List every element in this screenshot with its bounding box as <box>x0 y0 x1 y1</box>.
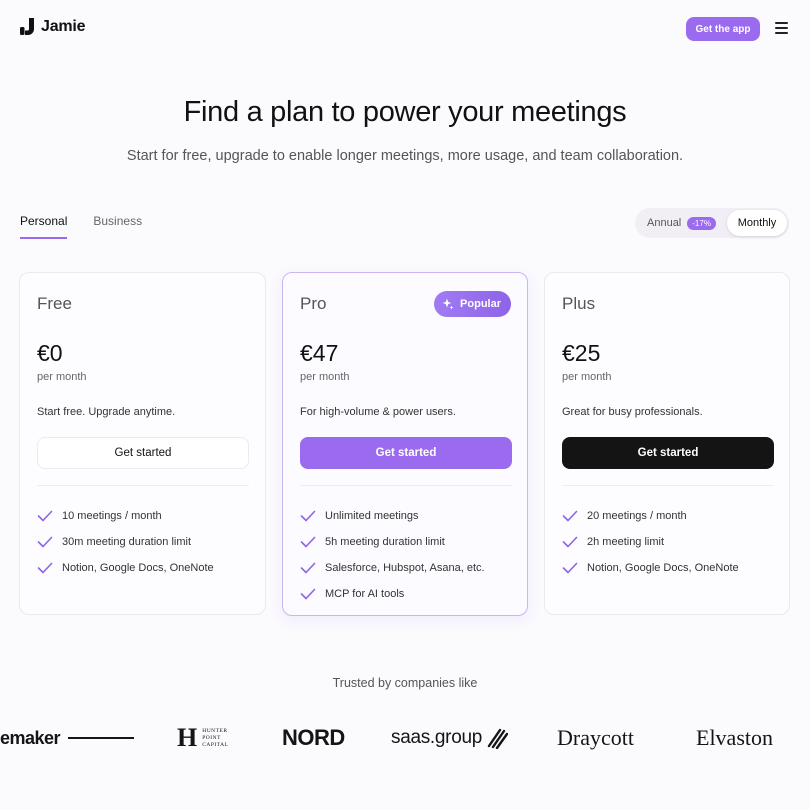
plan-period: per month <box>562 371 612 383</box>
check-icon <box>300 536 316 548</box>
draycott-logo: Draycott <box>557 725 634 750</box>
hamburger-menu-icon[interactable] <box>775 22 788 34</box>
feature-item: MCP for AI tools <box>300 581 485 607</box>
billing-period-toggle: Annual -17% Monthly <box>635 208 789 238</box>
page-subtitle: Start for free, upgrade to enable longer… <box>126 148 684 164</box>
plan-card-pro: Pro Popular €47 per month For high-volum… <box>282 272 528 616</box>
popular-badge: Popular <box>434 291 511 317</box>
card-divider <box>37 485 249 486</box>
plan-description: For high-volume & power users. <box>300 406 456 418</box>
hunter-line-3: CAPITAL <box>202 741 229 748</box>
feature-item: 30m meeting duration limit <box>37 529 214 555</box>
free-get-started-button[interactable]: Get started <box>37 437 249 469</box>
feature-text: 30m meeting duration limit <box>62 536 192 548</box>
feature-item: 10 meetings / month <box>37 503 214 529</box>
check-icon <box>37 510 53 522</box>
hunter-line-1: HUNTER <box>202 727 228 734</box>
feature-item: 5h meeting duration limit <box>300 529 485 555</box>
card-divider <box>300 485 512 486</box>
plan-name: Free <box>37 294 72 313</box>
annual-label: Annual <box>647 217 682 229</box>
check-icon <box>300 562 316 574</box>
nord-logo: NORD <box>282 725 345 750</box>
saas-group-logo: saas.group <box>391 716 509 760</box>
plan-card-free: Free €0 per month Start free. Upgrade an… <box>19 272 266 615</box>
check-icon <box>37 562 53 574</box>
feature-text: Unlimited meetings <box>325 510 419 522</box>
brand-logo[interactable]: Jamie <box>19 18 86 36</box>
trusted-by-heading: Trusted by companies like <box>332 676 478 690</box>
check-icon <box>37 536 53 548</box>
plan-name: Pro <box>300 294 327 313</box>
feature-list: Unlimited meetings 5h meeting duration l… <box>300 503 485 607</box>
plan-type-tabs: Personal Business <box>20 214 142 239</box>
hunter-line-2: POINT <box>202 734 221 741</box>
get-the-app-button[interactable]: Get the app <box>686 17 760 41</box>
brand-name: Jamie <box>41 18 86 35</box>
card-divider <box>562 485 774 486</box>
feature-text: Notion, Google Docs, OneNote <box>587 562 739 574</box>
plan-price: €25 <box>562 340 601 366</box>
feature-item: 2h meeting limit <box>562 529 739 555</box>
feature-text: 5h meeting duration limit <box>325 536 445 548</box>
feature-text: Notion, Google Docs, OneNote <box>62 562 214 574</box>
billing-annual-option[interactable]: Annual -17% <box>635 208 727 238</box>
check-icon <box>300 510 316 522</box>
feature-item: Salesforce, Hubspot, Asana, etc. <box>300 555 485 581</box>
hunter-wordmark: HUNTER POINT CAPITAL <box>202 728 228 749</box>
plan-description: Great for busy professionals. <box>562 406 703 418</box>
emaker-logo-text: emaker <box>0 727 61 748</box>
saas-group-mark-icon <box>487 728 509 749</box>
feature-item: Notion, Google Docs, OneNote <box>37 555 214 581</box>
check-icon <box>562 510 578 522</box>
feature-text: 2h meeting limit <box>587 536 665 548</box>
popular-badge-label: Popular <box>460 298 501 310</box>
plan-name: Plus <box>562 294 596 313</box>
feature-item: 20 meetings / month <box>562 503 739 529</box>
page-title: Find a plan to power your meetings <box>183 96 627 128</box>
check-icon <box>562 536 578 548</box>
feature-list: 20 meetings / month 2h meeting limit Not… <box>562 503 739 581</box>
saas-group-logo-text: saas.group <box>391 727 483 748</box>
elvaston-logo: Elvaston <box>696 725 773 750</box>
tab-personal[interactable]: Personal <box>20 214 68 239</box>
pro-get-started-button[interactable]: Get started <box>300 437 512 469</box>
feature-list: 10 meetings / month 30m meeting duration… <box>37 503 214 581</box>
plan-card-plus: Plus €25 per month Great for busy profes… <box>544 272 790 615</box>
plan-description: Start free. Upgrade anytime. <box>37 406 176 418</box>
site-header: Jamie Get the app <box>0 0 810 58</box>
billing-monthly-option[interactable]: Monthly <box>727 210 787 236</box>
feature-text: 20 meetings / month <box>587 510 687 522</box>
tab-business[interactable]: Business <box>93 214 142 239</box>
sparkle-icon <box>442 298 454 310</box>
discount-badge: -17% <box>687 216 716 230</box>
jamie-logo-icon <box>20 18 34 35</box>
feature-text: MCP for AI tools <box>325 588 405 600</box>
plan-price: €47 <box>300 340 339 366</box>
emaker-logo: emaker <box>0 716 135 760</box>
customer-logo-strip: emaker H HUNTER POINT CAPITAL NORD saas.… <box>0 716 810 760</box>
plan-period: per month <box>37 371 87 383</box>
plan-price: €0 <box>37 340 63 366</box>
check-icon <box>300 588 316 600</box>
feature-item: Notion, Google Docs, OneNote <box>562 555 739 581</box>
feature-text: Salesforce, Hubspot, Asana, etc. <box>325 562 485 574</box>
hunter-mark: H <box>177 723 198 752</box>
plus-get-started-button[interactable]: Get started <box>562 437 774 469</box>
hunter-point-capital-logo: H HUNTER POINT CAPITAL <box>177 716 229 760</box>
feature-text: 10 meetings / month <box>62 510 162 522</box>
feature-item: Unlimited meetings <box>300 503 485 529</box>
plan-period: per month <box>300 371 350 383</box>
check-icon <box>562 562 578 574</box>
